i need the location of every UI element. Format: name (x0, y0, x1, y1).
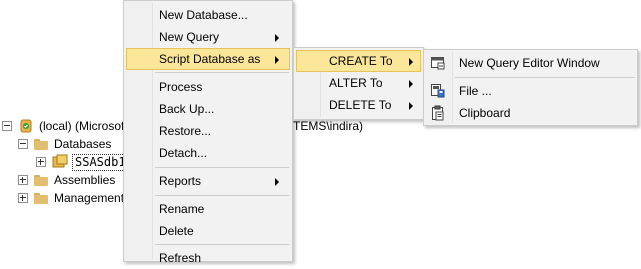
menu-item-label: Clipboard (459, 106, 511, 120)
tree-node-server[interactable]: (local) (Microsoft (2, 117, 128, 135)
menu-item-clipboard[interactable]: Clipboard (426, 102, 635, 124)
menu-item-label: ALTER To (329, 76, 383, 90)
menu-separator (155, 244, 289, 245)
menu-item-file[interactable]: File ... (426, 80, 635, 102)
menu-item-label: DELETE To (329, 98, 392, 112)
server-label-tail-text: TEMS\indira) (293, 119, 364, 133)
menu-item-delete-to[interactable]: DELETE To (296, 94, 421, 116)
submenu-arrow-icon (275, 34, 279, 42)
collapse-icon[interactable] (18, 139, 28, 149)
submenu-arrow-icon (275, 56, 279, 64)
menu-item-rename[interactable]: Rename (126, 198, 290, 220)
menu-item-create-to[interactable]: CREATE To (296, 50, 421, 72)
menu-item-label: New Query Editor Window (459, 56, 600, 70)
menu-item-label: Rename (159, 202, 205, 216)
expand-icon[interactable] (36, 157, 46, 167)
selected-database-label[interactable]: SSASdb1 (72, 153, 129, 171)
tree-node-databases[interactable]: Databases (18, 135, 111, 153)
context-menu: New Database... New Query Script Databas… (123, 0, 293, 265)
menu-item-label: Script Database as (159, 52, 261, 66)
analysis-server-icon (20, 119, 32, 133)
expand-icon[interactable] (18, 193, 28, 203)
submenu-arrow-icon (409, 102, 413, 110)
menu-item-label: New Database... (159, 8, 248, 22)
folder-icon (34, 192, 48, 204)
menu-item-label: Process (159, 80, 203, 94)
menu-item-label: Reports (159, 174, 202, 188)
menu-item-back-up[interactable]: Back Up... (126, 98, 290, 120)
menu-separator (455, 77, 635, 78)
menu-item-label: Refresh (159, 251, 202, 265)
menu-item-delete[interactable]: Delete (126, 220, 290, 242)
menu-item-label: CREATE To (329, 54, 393, 68)
menu-item-label: New Query (159, 30, 220, 44)
collapse-icon[interactable] (2, 121, 12, 131)
query-window-icon (431, 57, 445, 70)
create-to-submenu: New Query Editor Window File ... Clipboa… (423, 49, 638, 126)
folder-icon (34, 174, 48, 186)
menu-item-label: Restore... (159, 124, 212, 138)
menu-separator (155, 167, 289, 168)
submenu-arrow-icon (275, 178, 279, 186)
folder-icon (34, 138, 48, 150)
tree-node-selected-db[interactable]: SSASdb1 (36, 153, 129, 171)
expand-icon[interactable] (18, 175, 28, 185)
tree-node-assemblies[interactable]: Assemblies (18, 171, 115, 189)
menu-separator (155, 195, 289, 196)
save-file-icon (431, 84, 445, 98)
assemblies-label: Assemblies (54, 173, 116, 187)
databases-label: Databases (54, 137, 112, 151)
menu-item-label: Delete (159, 224, 194, 238)
menu-item-label: Detach... (159, 146, 208, 160)
menu-item-new-query[interactable]: New Query (126, 26, 290, 48)
server-label: (local) (Microsoft (39, 119, 128, 133)
management-label: Management (54, 191, 125, 205)
tree-node-management[interactable]: Management (18, 189, 124, 207)
menu-item-label: File ... (459, 84, 492, 98)
script-database-submenu: CREATE To ALTER To DELETE To (293, 47, 424, 120)
menu-item-label: Back Up... (159, 102, 215, 116)
menu-item-detach[interactable]: Detach... (126, 142, 290, 164)
submenu-arrow-icon (409, 58, 413, 66)
menu-item-restore[interactable]: Restore... (126, 120, 290, 142)
menu-item-reports[interactable]: Reports (126, 170, 290, 192)
clipboard-icon (432, 105, 444, 121)
menu-item-refresh[interactable]: Refresh (126, 247, 290, 269)
menu-item-new-query-editor-window[interactable]: New Query Editor Window (426, 52, 635, 74)
menu-item-script-database-as[interactable]: Script Database as (126, 48, 290, 70)
menu-item-process[interactable]: Process (126, 76, 290, 98)
menu-separator (155, 72, 289, 73)
menu-item-new-database[interactable]: New Database... (126, 4, 290, 26)
cube-database-icon (52, 154, 68, 168)
submenu-arrow-icon (409, 80, 413, 88)
menu-item-alter-to[interactable]: ALTER To (296, 72, 421, 94)
